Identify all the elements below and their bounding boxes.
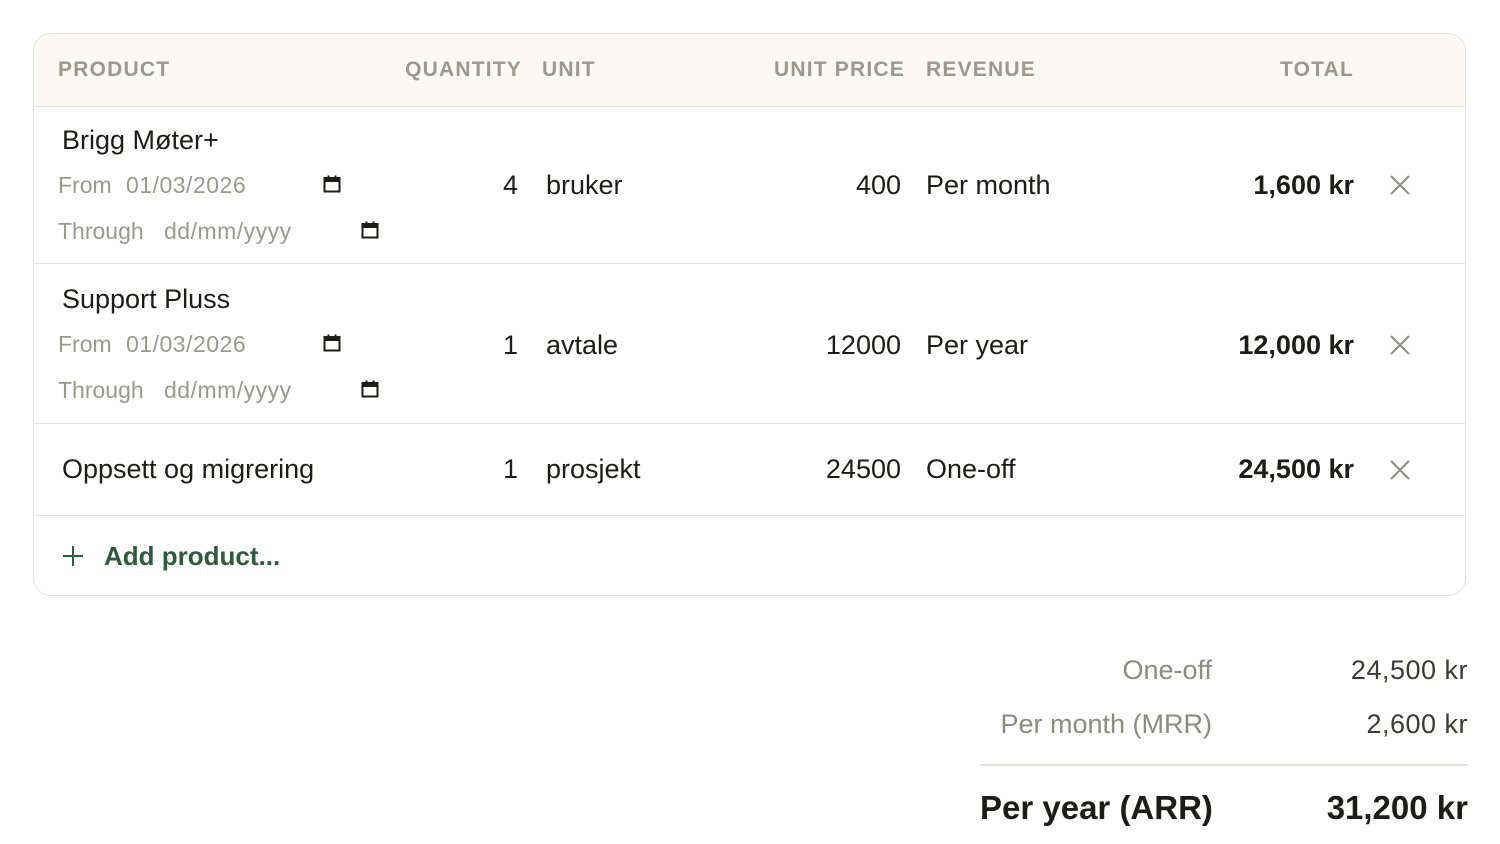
calendar-icon[interactable] — [361, 221, 379, 239]
close-icon[interactable] — [1389, 459, 1411, 481]
from-label: From — [58, 172, 112, 198]
column-header-quantity: QUANTITY — [405, 58, 522, 81]
summary-divider — [980, 764, 1468, 766]
through-date-field[interactable]: Through dd/mm/yyyy — [58, 375, 398, 405]
column-header-unit-price: UNIT PRICE — [773, 58, 905, 81]
unit-price-field[interactable]: 400 — [734, 169, 901, 201]
from-date-field[interactable]: From 01/03/2026 — [58, 170, 358, 200]
products-table: PRODUCT QUANTITY UNIT UNIT PRICE REVENUE… — [33, 33, 1466, 596]
quantity-field[interactable]: 1 — [418, 329, 518, 361]
from-date-field[interactable]: From 01/03/2026 — [58, 329, 358, 359]
add-product-button[interactable]: Add product... — [62, 540, 280, 572]
through-label: Through — [58, 377, 144, 403]
column-header-total: TOTAL — [1279, 58, 1354, 81]
product-name: Brigg Møter+ — [62, 125, 219, 155]
unit-field[interactable]: prosjekt — [546, 453, 641, 485]
unit-field[interactable]: avtale — [546, 329, 618, 361]
mrr-value: 2,600 kr — [1366, 709, 1468, 739]
plus-icon — [63, 546, 83, 566]
quantity-field[interactable]: 1 — [418, 453, 518, 485]
close-icon[interactable] — [1389, 174, 1411, 196]
through-label: Through — [58, 218, 144, 244]
unit-price-field[interactable]: 12000 — [734, 329, 901, 361]
through-date-placeholder[interactable]: dd/mm/yyyy — [164, 216, 292, 246]
calendar-icon[interactable] — [323, 175, 341, 193]
column-header-revenue: REVENUE — [926, 58, 1036, 81]
revenue-select[interactable]: Per month — [926, 169, 1051, 201]
calendar-icon[interactable] — [361, 380, 379, 398]
arr-label: Per year (ARR) — [980, 789, 1213, 826]
from-date-value[interactable]: 01/03/2026 — [126, 170, 246, 200]
column-header-product: PRODUCT — [58, 58, 171, 81]
from-label: From — [58, 331, 112, 357]
through-date-placeholder[interactable]: dd/mm/yyyy — [164, 375, 292, 405]
table-row: Support Pluss From 01/03/2026 Through dd… — [34, 264, 1465, 424]
close-icon[interactable] — [1389, 334, 1411, 356]
calendar-icon[interactable] — [323, 334, 341, 352]
quantity-field[interactable]: 4 — [418, 169, 518, 201]
through-date-field[interactable]: Through dd/mm/yyyy — [58, 216, 398, 246]
revenue-select[interactable]: Per year — [926, 329, 1028, 361]
from-date-value[interactable]: 01/03/2026 — [126, 329, 246, 359]
unit-field[interactable]: bruker — [546, 169, 623, 201]
column-header-unit: UNIT — [542, 58, 596, 81]
arr-value: 31,200 kr — [1326, 789, 1468, 826]
add-product-row: Add product... — [34, 516, 1465, 595]
table-row: Oppsett og migrering 1 prosjekt 24500 On… — [34, 424, 1465, 516]
table-header: PRODUCT QUANTITY UNIT UNIT PRICE REVENUE… — [34, 34, 1465, 107]
line-total: 1,600 kr — [1253, 170, 1354, 200]
add-product-label: Add product... — [104, 540, 281, 571]
line-total: 12,000 kr — [1238, 330, 1354, 360]
table-row: Brigg Møter+ From 01/03/2026 Through dd/… — [34, 106, 1465, 264]
mrr-label: Per month (MRR) — [1000, 709, 1212, 739]
one-off-value: 24,500 kr — [1350, 655, 1468, 685]
line-total: 24,500 kr — [1238, 454, 1354, 484]
product-name: Support Pluss — [62, 284, 231, 314]
one-off-label: One-off — [1122, 655, 1212, 685]
product-name: Oppsett og migrering — [62, 454, 315, 484]
revenue-select[interactable]: One-off — [926, 453, 1016, 485]
unit-price-field[interactable]: 24500 — [734, 453, 901, 485]
